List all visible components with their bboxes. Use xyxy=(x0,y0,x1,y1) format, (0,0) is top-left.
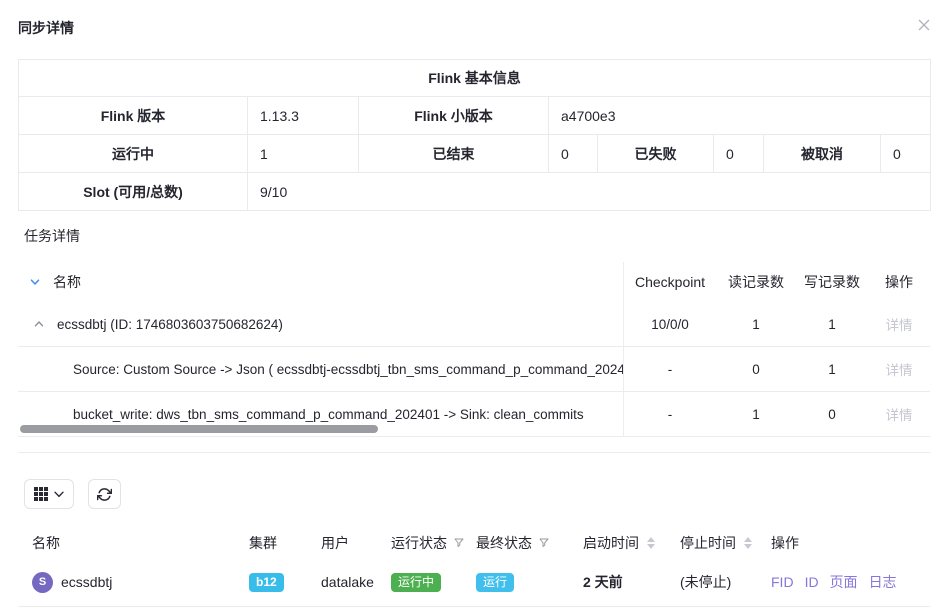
job-start-time: 2 天前 xyxy=(571,572,668,592)
jobs-col-start-time: 启动时间 xyxy=(583,533,639,553)
column-settings-button[interactable] xyxy=(24,479,74,509)
jobs-col-final-status: 最终状态 xyxy=(476,533,532,553)
job-row: S ecssdbtj b12 datalake 运行中 运行 2 天前 (未停止… xyxy=(18,558,930,607)
running-label: 运行中 xyxy=(19,135,248,173)
col-header-write-records: 写记录数 xyxy=(796,272,868,292)
modal-title: 同步详情 xyxy=(18,18,930,38)
job-name: ecssdbtj xyxy=(61,574,112,590)
task-checkpoint: - xyxy=(624,407,716,422)
avatar: S xyxy=(32,572,53,593)
close-icon[interactable] xyxy=(914,15,934,35)
task-read-count: 1 xyxy=(716,317,796,332)
grid-icon xyxy=(34,487,48,501)
running-value: 1 xyxy=(248,135,359,173)
jobs-col-cluster: 集群 xyxy=(249,533,321,553)
filter-funnel-icon[interactable] xyxy=(538,537,550,549)
jobs-table: 名称 集群 用户 运行状态 最终状态 启动时间 停止时间 操作 S ecssdb… xyxy=(18,528,930,607)
task-write-count: 1 xyxy=(796,317,868,332)
task-name: bucket_write: dws_tbn_sms_command_p_comm… xyxy=(73,407,584,422)
flink-version-value: 1.13.3 xyxy=(248,97,359,135)
finished-value: 0 xyxy=(549,135,598,173)
jobs-col-run-status: 运行状态 xyxy=(391,533,447,553)
jobs-col-stop-time: 停止时间 xyxy=(680,533,736,553)
modal-header: 同步详情 xyxy=(0,0,948,38)
task-name: Source: Custom Source -> Json ( ecssdbtj… xyxy=(73,362,623,377)
expand-all-chevron-down-icon[interactable] xyxy=(29,276,41,288)
task-checkpoint: - xyxy=(624,362,716,377)
task-write-count: 0 xyxy=(796,407,868,422)
cancelled-value: 0 xyxy=(881,135,931,173)
page-link[interactable]: 页面 xyxy=(830,572,858,592)
divider xyxy=(18,452,930,453)
failed-value: 0 xyxy=(714,135,764,173)
task-checkpoint: 10/0/0 xyxy=(624,317,716,332)
task-detail-link[interactable]: 详情 xyxy=(886,318,913,333)
flink-minor-version-label: Flink 小版本 xyxy=(359,97,549,135)
job-user: datalake xyxy=(321,574,391,590)
col-header-read-records: 读记录数 xyxy=(716,272,796,292)
flink-version-label: Flink 版本 xyxy=(19,97,248,135)
task-name: ecssdbtj (ID: 1746803603750682624) xyxy=(57,317,283,332)
run-status-badge: 运行中 xyxy=(391,573,441,592)
log-link[interactable]: 日志 xyxy=(869,572,897,592)
task-write-count: 1 xyxy=(796,362,868,377)
flink-info-table: Flink 基本信息 Flink 版本 1.13.3 Flink 小版本 a47… xyxy=(18,59,931,211)
task-details-section-title: 任务详情 xyxy=(24,226,948,246)
flink-minor-version-value: a4700e3 xyxy=(549,97,931,135)
task-row-source: Source: Custom Source -> Json ( ecssdbtj… xyxy=(18,347,930,392)
sort-carets-icon[interactable] xyxy=(744,537,752,549)
collapse-chevron-up-icon[interactable] xyxy=(33,318,45,330)
refresh-button[interactable] xyxy=(88,479,121,509)
fid-link[interactable]: FID xyxy=(771,574,794,590)
task-table-header: 名称 Checkpoint 读记录数 写记录数 操作 xyxy=(18,262,930,302)
slot-label: Slot (可用/总数) xyxy=(19,173,248,211)
jobs-table-header: 名称 集群 用户 运行状态 最终状态 启动时间 停止时间 操作 xyxy=(18,528,930,558)
sort-carets-icon[interactable] xyxy=(647,537,655,549)
horizontal-scrollbar[interactable] xyxy=(20,425,378,433)
chevron-down-icon xyxy=(54,491,64,498)
cancelled-label: 被取消 xyxy=(764,135,881,173)
final-status-badge: 运行 xyxy=(476,573,514,592)
job-stop-time: (未停止) xyxy=(668,572,771,592)
col-header-name: 名称 xyxy=(53,272,81,292)
refresh-icon xyxy=(97,487,112,502)
jobs-col-user: 用户 xyxy=(321,533,391,553)
finished-label: 已结束 xyxy=(359,135,549,173)
filter-funnel-icon[interactable] xyxy=(453,537,465,549)
col-header-checkpoint: Checkpoint xyxy=(624,274,716,290)
task-detail-link[interactable]: 详情 xyxy=(886,363,913,378)
task-read-count: 1 xyxy=(716,407,796,422)
cluster-badge: b12 xyxy=(249,573,284,592)
flink-info-title: Flink 基本信息 xyxy=(19,60,931,97)
col-header-actions: 操作 xyxy=(868,272,930,292)
id-link[interactable]: ID xyxy=(805,574,819,590)
jobs-col-actions: 操作 xyxy=(771,533,930,553)
task-details-table: 名称 Checkpoint 读记录数 写记录数 操作 ecssdbtj (ID:… xyxy=(18,262,930,437)
jobs-col-name: 名称 xyxy=(18,533,249,553)
task-detail-link[interactable]: 详情 xyxy=(886,408,913,423)
slot-value: 9/10 xyxy=(248,173,931,211)
toolbar xyxy=(24,479,948,509)
task-row-parent: ecssdbtj (ID: 1746803603750682624) 10/0/… xyxy=(18,302,930,347)
failed-label: 已失败 xyxy=(598,135,714,173)
task-read-count: 0 xyxy=(716,362,796,377)
